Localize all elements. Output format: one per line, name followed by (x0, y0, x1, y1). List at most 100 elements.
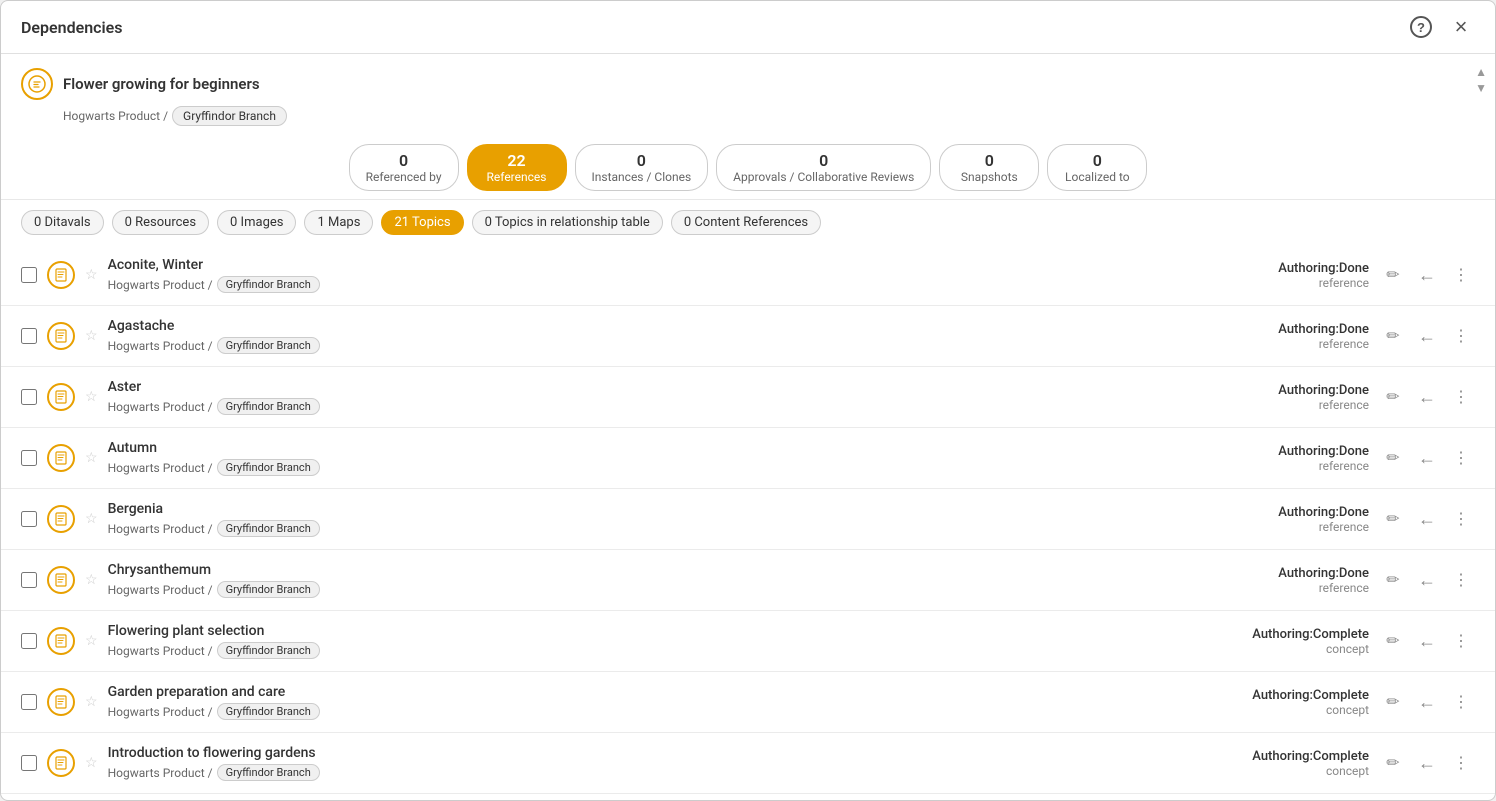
edit-button[interactable]: ✏ (1379, 627, 1407, 655)
item-breadcrumb: Hogwarts Product / Gryffindor Branch (108, 398, 1199, 415)
item-breadcrumb: Hogwarts Product / Gryffindor Branch (108, 642, 1199, 659)
tab-count-snapshots: 0 (985, 151, 994, 170)
more-button[interactable]: ⋮ (1447, 688, 1475, 716)
filter-row: 0 Ditavals 0 Resources 0 Images 1 Maps 21 To… (1, 200, 1495, 245)
filter-ditavals[interactable]: 0 Ditavals (21, 210, 104, 235)
tab-localized-to[interactable]: 0Localized to (1047, 144, 1147, 191)
edit-button[interactable]: ✏ (1379, 444, 1407, 472)
item-status-label: Authoring:Done (1209, 261, 1369, 276)
row-checkbox[interactable] (21, 633, 37, 649)
edit-button[interactable]: ✏ (1379, 322, 1407, 350)
more-button[interactable]: ⋮ (1447, 383, 1475, 411)
navigate-button[interactable]: ← (1413, 566, 1441, 594)
item-status-type: concept (1209, 642, 1369, 656)
edit-button[interactable]: ✏ (1379, 505, 1407, 533)
star-icon[interactable]: ☆ (85, 328, 98, 344)
row-checkbox[interactable] (21, 572, 37, 588)
navigate-button[interactable]: ← (1413, 688, 1441, 716)
more-button[interactable]: ⋮ (1447, 322, 1475, 350)
star-icon[interactable]: ☆ (85, 755, 98, 771)
row-checkbox[interactable] (21, 755, 37, 771)
scroll-down-button[interactable]: ▼ (1473, 80, 1489, 96)
edit-button[interactable]: ✏ (1379, 688, 1407, 716)
item-status: Authoring:Complete concept (1209, 688, 1369, 717)
tab-label-snapshots: Snapshots (961, 170, 1018, 184)
star-icon[interactable]: ☆ (85, 572, 98, 588)
table-row: ☆ Aconite, Winter Hogwarts Product / Gry… (1, 245, 1495, 306)
close-button[interactable]: × (1447, 13, 1475, 41)
navigate-button[interactable]: ← (1413, 444, 1441, 472)
navigate-button[interactable]: ← (1413, 383, 1441, 411)
item-doc-icon (47, 688, 75, 716)
row-checkbox[interactable] (21, 328, 37, 344)
item-branch-tag: Gryffindor Branch (217, 703, 320, 720)
tab-references[interactable]: 22References (467, 144, 567, 191)
item-details: Chrysanthemum Hogwarts Product / Gryffin… (108, 562, 1199, 598)
item-details: Autumn Hogwarts Product / Gryffindor Bra… (108, 440, 1199, 476)
star-icon[interactable]: ☆ (85, 694, 98, 710)
edit-button[interactable]: ✏ (1379, 566, 1407, 594)
more-button[interactable]: ⋮ (1447, 566, 1475, 594)
modal-body: Flower growing for beginners Hogwarts Pr… (1, 54, 1495, 800)
edit-button[interactable]: ✏ (1379, 749, 1407, 777)
filter-resources[interactable]: 0 Resources (112, 210, 209, 235)
item-status-type: reference (1209, 398, 1369, 412)
edit-button[interactable]: ✏ (1379, 383, 1407, 411)
table-row: ☆ Aster Hogwarts Product / Gryffindor Br… (1, 367, 1495, 428)
item-branch-tag: Gryffindor Branch (217, 642, 320, 659)
item-doc-icon (47, 749, 75, 777)
item-breadcrumb-prefix: Hogwarts Product / (108, 461, 213, 475)
star-icon[interactable]: ☆ (85, 633, 98, 649)
edit-button[interactable]: ✏ (1379, 261, 1407, 289)
filter-content-references[interactable]: 0 Content References (671, 210, 821, 235)
filter-topics-relationship[interactable]: 0 Topics in relationship table (472, 210, 663, 235)
filter-maps[interactable]: 1 Maps (304, 210, 373, 235)
help-button[interactable]: ? (1407, 13, 1435, 41)
navigate-button[interactable]: ← (1413, 505, 1441, 533)
star-icon[interactable]: ☆ (85, 511, 98, 527)
navigate-button[interactable]: ← (1413, 261, 1441, 289)
table-row: ☆ Garden preparation and care Hogwarts P… (1, 672, 1495, 733)
tab-label-references: References (487, 170, 547, 184)
filter-images[interactable]: 0 Images (217, 210, 296, 235)
tab-instances-clones[interactable]: 0Instances / Clones (575, 144, 709, 191)
tab-approvals[interactable]: 0Approvals / Collaborative Reviews (716, 144, 931, 191)
row-checkbox[interactable] (21, 267, 37, 283)
item-status-type: reference (1209, 581, 1369, 595)
item-breadcrumb-prefix: Hogwarts Product / (108, 522, 213, 536)
more-button[interactable]: ⋮ (1447, 749, 1475, 777)
navigate-button[interactable]: ← (1413, 627, 1441, 655)
tab-referenced-by[interactable]: 0Referenced by (349, 144, 459, 191)
breadcrumb-tag: Gryffindor Branch (172, 106, 287, 126)
scroll-up-button[interactable]: ▲ (1473, 64, 1489, 80)
star-icon[interactable]: ☆ (85, 450, 98, 466)
navigate-button[interactable]: ← (1413, 322, 1441, 350)
item-status-label: Authoring:Done (1209, 322, 1369, 337)
item-details: Agastache Hogwarts Product / Gryffindor … (108, 318, 1199, 354)
more-button[interactable]: ⋮ (1447, 505, 1475, 533)
filter-topics[interactable]: 21 Topics (381, 210, 463, 235)
modal-header-icons: ? × (1407, 13, 1475, 41)
tab-snapshots[interactable]: 0Snapshots (939, 144, 1039, 191)
more-button[interactable]: ⋮ (1447, 261, 1475, 289)
more-button[interactable]: ⋮ (1447, 444, 1475, 472)
items-list: ☆ Aconite, Winter Hogwarts Product / Gry… (1, 245, 1495, 800)
row-checkbox[interactable] (21, 694, 37, 710)
row-checkbox[interactable] (21, 389, 37, 405)
item-status: Authoring:Done reference (1209, 261, 1369, 290)
item-actions: ✏ ← ⋮ (1379, 749, 1475, 777)
item-details: Aconite, Winter Hogwarts Product / Gryff… (108, 257, 1199, 293)
item-title: Introduction to flowering gardens (108, 745, 1199, 761)
item-actions: ✏ ← ⋮ (1379, 444, 1475, 472)
star-icon[interactable]: ☆ (85, 267, 98, 283)
row-checkbox[interactable] (21, 511, 37, 527)
tab-label-referenced-by: Referenced by (366, 170, 442, 184)
row-checkbox[interactable] (21, 450, 37, 466)
item-breadcrumb: Hogwarts Product / Gryffindor Branch (108, 703, 1199, 720)
item-actions: ✏ ← ⋮ (1379, 383, 1475, 411)
item-actions: ✏ ← ⋮ (1379, 688, 1475, 716)
star-icon[interactable]: ☆ (85, 389, 98, 405)
more-button[interactable]: ⋮ (1447, 627, 1475, 655)
navigate-button[interactable]: ← (1413, 749, 1441, 777)
item-branch-tag: Gryffindor Branch (217, 276, 320, 293)
